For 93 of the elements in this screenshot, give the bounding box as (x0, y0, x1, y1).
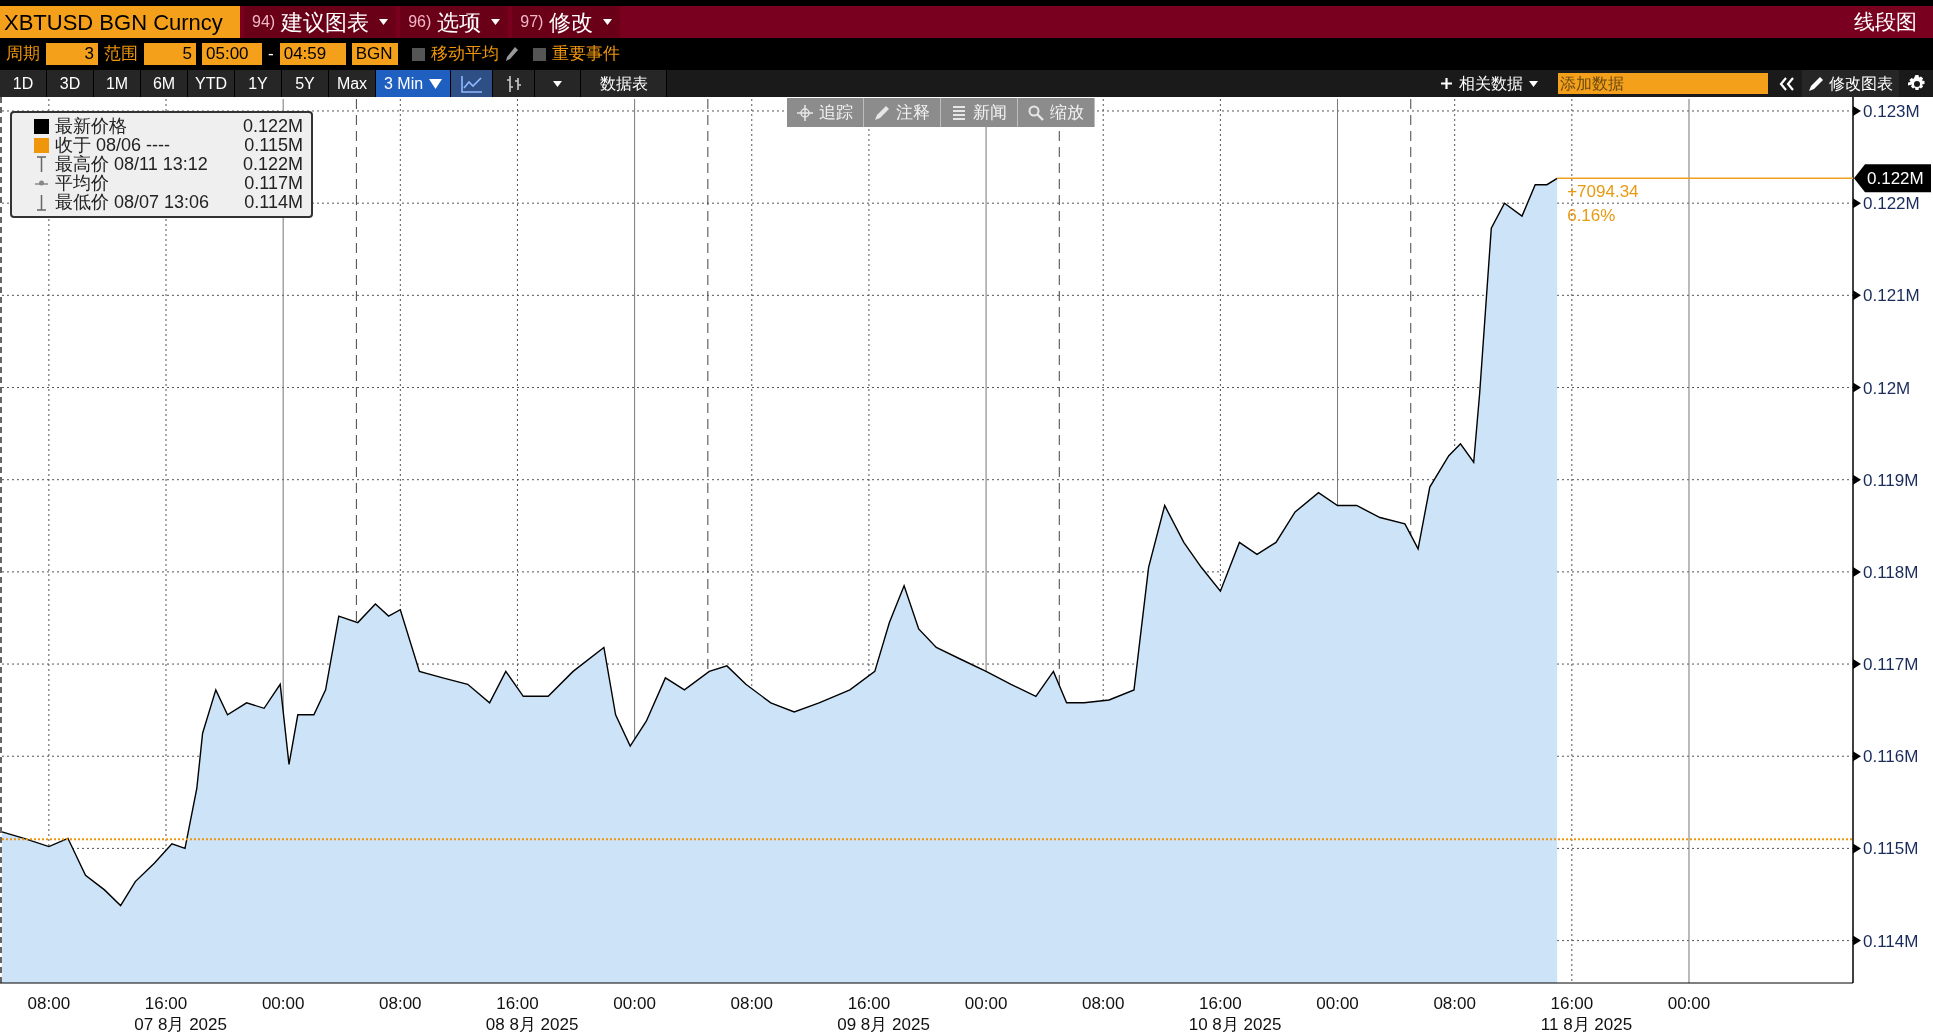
price-tag: 0.122M (1854, 164, 1931, 193)
legend-value: 0.122M (242, 155, 303, 174)
option-label: 重要事件 (551, 43, 620, 66)
checkbox[interactable] (411, 47, 425, 61)
search-icon (1028, 104, 1044, 121)
range-tab[interactable]: Max (329, 70, 376, 97)
input-field[interactable]: 05:00 (202, 43, 262, 65)
range-tab[interactable]: 1M (94, 70, 141, 97)
pencil-icon (874, 104, 890, 121)
range-tab[interactable]: 1D (0, 70, 47, 97)
range-label: 范围 (104, 43, 138, 66)
axis-label: 08:00 (27, 994, 71, 1013)
menu-button[interactable]: 97) 修改 (512, 6, 621, 38)
chart-type-button[interactable] (451, 70, 494, 97)
date-label: 07 8月 2025 (134, 1015, 227, 1032)
dropdown-button[interactable] (535, 70, 582, 97)
date-label: 09 8月 2025 (837, 1015, 930, 1032)
caret-icon (1529, 80, 1538, 87)
axis-label: 16:00 (1199, 994, 1242, 1013)
axis-label: 00:00 (964, 994, 1008, 1013)
edit-chart-button[interactable]: 修改图表 (1802, 70, 1899, 97)
input-field[interactable]: 04:59 (279, 43, 346, 65)
data-table-button[interactable]: 数据表 (581, 70, 668, 97)
crosshair-icon (797, 104, 813, 121)
axis-label: 0.115M (1863, 839, 1919, 859)
pencil-icon (1808, 75, 1824, 92)
axis-label: 0.121M (1863, 286, 1920, 306)
range-tab[interactable]: YTD (188, 70, 235, 97)
caret-icon (603, 19, 613, 25)
axis-label: 00:00 (613, 994, 656, 1013)
interval-dropdown[interactable]: 3 Min (376, 70, 452, 97)
date-label: 11 8月 2025 (1540, 1015, 1633, 1032)
input-field[interactable]: 5 (144, 43, 196, 65)
legend-label: 最新价格 (55, 117, 128, 136)
caret-icon (553, 80, 563, 87)
double-chevron-icon (1779, 76, 1795, 91)
axis-label: 0.118M (1863, 562, 1919, 582)
axis-label: 08:00 (1081, 994, 1125, 1013)
axis-label: 16:00 (1550, 994, 1594, 1013)
axis-label: 0.117M (1863, 655, 1919, 675)
range-tab[interactable]: 5Y (282, 70, 329, 97)
plus-icon (1440, 77, 1453, 90)
caret-icon (379, 19, 389, 25)
option-label: 移动平均 (430, 43, 499, 66)
axis-label: 0.114M (1863, 931, 1919, 951)
legend-value: 0.115M (244, 136, 303, 155)
input-field[interactable]: BGN (351, 43, 398, 65)
legend-value: 0.117M (244, 174, 303, 193)
axis-label: 08:00 (730, 994, 774, 1013)
add-data-field[interactable]: 添加数据 (1558, 73, 1768, 94)
axis-label: 00:00 (261, 994, 305, 1013)
chart-type-title: 线段图 (1854, 9, 1918, 36)
range-tab[interactable]: 6M (141, 70, 188, 97)
input-field[interactable]: 3 (46, 43, 98, 65)
axis-label: 00:00 (1316, 994, 1359, 1013)
axis-label: 16:00 (144, 994, 188, 1013)
axis-label: 0.122M (1863, 194, 1920, 214)
date-label: 10 8月 2025 (1188, 1015, 1282, 1032)
legend-label: 最低价 08/07 13:06 (55, 193, 211, 212)
bar-chart-icon (504, 74, 523, 93)
security-field[interactable]: XBTUSD BGN Curncy (0, 6, 240, 38)
period-label: 周期 (6, 43, 40, 66)
axis-label: 0.119M (1863, 470, 1919, 490)
range-tab[interactable]: 3D (47, 70, 94, 97)
change-label: 6.16% (1567, 206, 1616, 226)
document-icon (951, 104, 967, 121)
axis-label: 0.123M (1863, 102, 1920, 121)
high-marker-icon (34, 156, 49, 173)
axis-label: 0.12M (1863, 378, 1911, 398)
axis-label: 08:00 (1433, 994, 1476, 1013)
settings-icon (1908, 74, 1926, 93)
range-tab[interactable]: 1Y (235, 70, 282, 97)
legend-label: 平均价 (55, 174, 110, 193)
low-marker-icon (34, 194, 49, 211)
line-chart-icon (460, 74, 483, 93)
menu-button[interactable]: 96) 选项 (400, 6, 509, 38)
checkbox[interactable] (532, 47, 546, 61)
chart-type-button[interactable] (493, 70, 536, 97)
axis-label: 08:00 (379, 994, 422, 1013)
axis-label: 16:00 (496, 994, 539, 1013)
axis-label: 0.116M (1863, 747, 1919, 767)
legend-value: 0.122M (242, 117, 303, 136)
legend-label: 最高价 08/11 13:12 (55, 155, 209, 174)
axis-label: 16:00 (847, 994, 891, 1013)
legend-value: 0.114M (244, 193, 303, 212)
separator-text: - (268, 43, 274, 66)
caret-icon (429, 78, 443, 89)
axis-label: 00:00 (1667, 994, 1711, 1013)
change-label: +7094.34 (1567, 182, 1639, 202)
legend-label: 收于 08/06 ---- (55, 136, 172, 155)
date-label: 08 8月 2025 (485, 1015, 579, 1032)
caret-icon (491, 19, 501, 25)
menu-button[interactable]: 94) 建议图表 (244, 6, 397, 38)
